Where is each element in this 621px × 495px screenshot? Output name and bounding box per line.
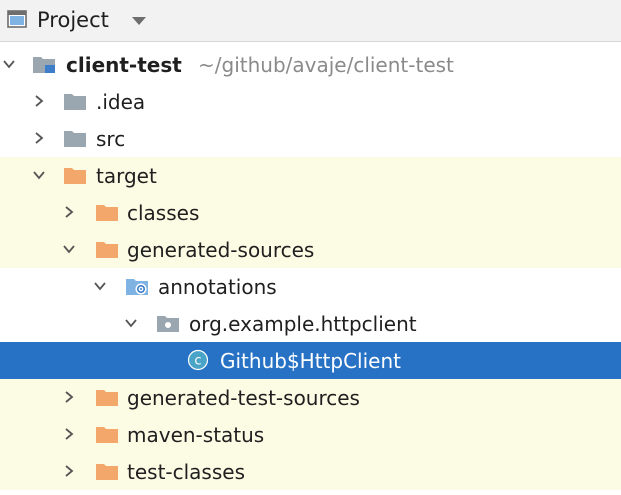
tree-node-generated-test-sources[interactable]: generated-test-sources bbox=[0, 379, 621, 416]
chevron-right-icon[interactable] bbox=[32, 94, 46, 108]
tree-node-path: ~/github/avaje/client-test bbox=[198, 53, 454, 77]
tree-node-label: generated-test-sources bbox=[127, 386, 360, 410]
chevron-right-icon[interactable] bbox=[62, 464, 76, 478]
tree-node-label: maven-status bbox=[127, 423, 265, 447]
tree-node-label: annotations bbox=[158, 275, 277, 299]
chevron-down-icon[interactable] bbox=[62, 242, 76, 256]
chevron-right-icon[interactable] bbox=[62, 205, 76, 219]
tree-node-generated-sources[interactable]: generated-sources bbox=[0, 231, 621, 268]
folder-icon bbox=[64, 94, 86, 110]
chevron-right-icon[interactable] bbox=[32, 131, 46, 145]
chevron-down-icon[interactable] bbox=[32, 168, 46, 182]
excluded-folder-icon bbox=[96, 205, 118, 221]
tree-node-github-httpclient[interactable]: c Github$HttpClient bbox=[0, 342, 621, 379]
folder-icon bbox=[64, 131, 86, 147]
project-view-title[interactable]: Project bbox=[37, 7, 109, 33]
chevron-down-icon[interactable] bbox=[2, 57, 16, 71]
class-icon: c bbox=[187, 349, 209, 371]
excluded-folder-icon bbox=[96, 390, 118, 406]
tree-node-idea[interactable]: .idea bbox=[0, 83, 621, 120]
tree-node-annotations[interactable]: annotations bbox=[0, 268, 621, 305]
tree-node-test-classes[interactable]: test-classes bbox=[0, 453, 621, 490]
tree-node-target[interactable]: target bbox=[0, 157, 621, 194]
tree-node-label: generated-sources bbox=[127, 238, 315, 262]
module-folder-icon bbox=[33, 57, 55, 73]
tree-node-label: client-test bbox=[66, 53, 182, 77]
tree-node-classes[interactable]: classes bbox=[0, 194, 621, 231]
excluded-folder-icon bbox=[96, 242, 118, 258]
project-window-icon bbox=[7, 10, 27, 28]
chevron-down-icon[interactable] bbox=[124, 316, 138, 330]
tree-node-client-test[interactable]: client-test ~/github/avaje/client-test bbox=[0, 46, 621, 83]
svg-text:c: c bbox=[194, 354, 201, 369]
package-icon bbox=[157, 316, 179, 332]
chevron-down-icon[interactable] bbox=[93, 279, 107, 293]
chevron-down-icon[interactable] bbox=[131, 16, 147, 26]
tree-node-src[interactable]: src bbox=[0, 120, 621, 157]
tree-node-label: src bbox=[96, 127, 126, 151]
tree-node-label: Github$HttpClient bbox=[220, 349, 401, 373]
tree-node-label: test-classes bbox=[127, 460, 245, 484]
chevron-right-icon[interactable] bbox=[62, 427, 76, 441]
tree-node-maven-status[interactable]: maven-status bbox=[0, 416, 621, 453]
project-tool-window-header: Project bbox=[0, 0, 621, 42]
excluded-folder-icon bbox=[64, 168, 86, 184]
tree-node-package[interactable]: org.example.httpclient bbox=[0, 305, 621, 342]
tree-node-label: classes bbox=[127, 201, 200, 225]
chevron-right-icon[interactable] bbox=[62, 390, 76, 404]
tree-node-label: target bbox=[96, 164, 157, 188]
tree-node-label: .idea bbox=[96, 90, 146, 114]
tree-node-label: org.example.httpclient bbox=[189, 312, 417, 336]
excluded-folder-icon bbox=[96, 464, 118, 480]
generated-sources-root-icon bbox=[126, 279, 148, 295]
excluded-folder-icon bbox=[96, 427, 118, 443]
